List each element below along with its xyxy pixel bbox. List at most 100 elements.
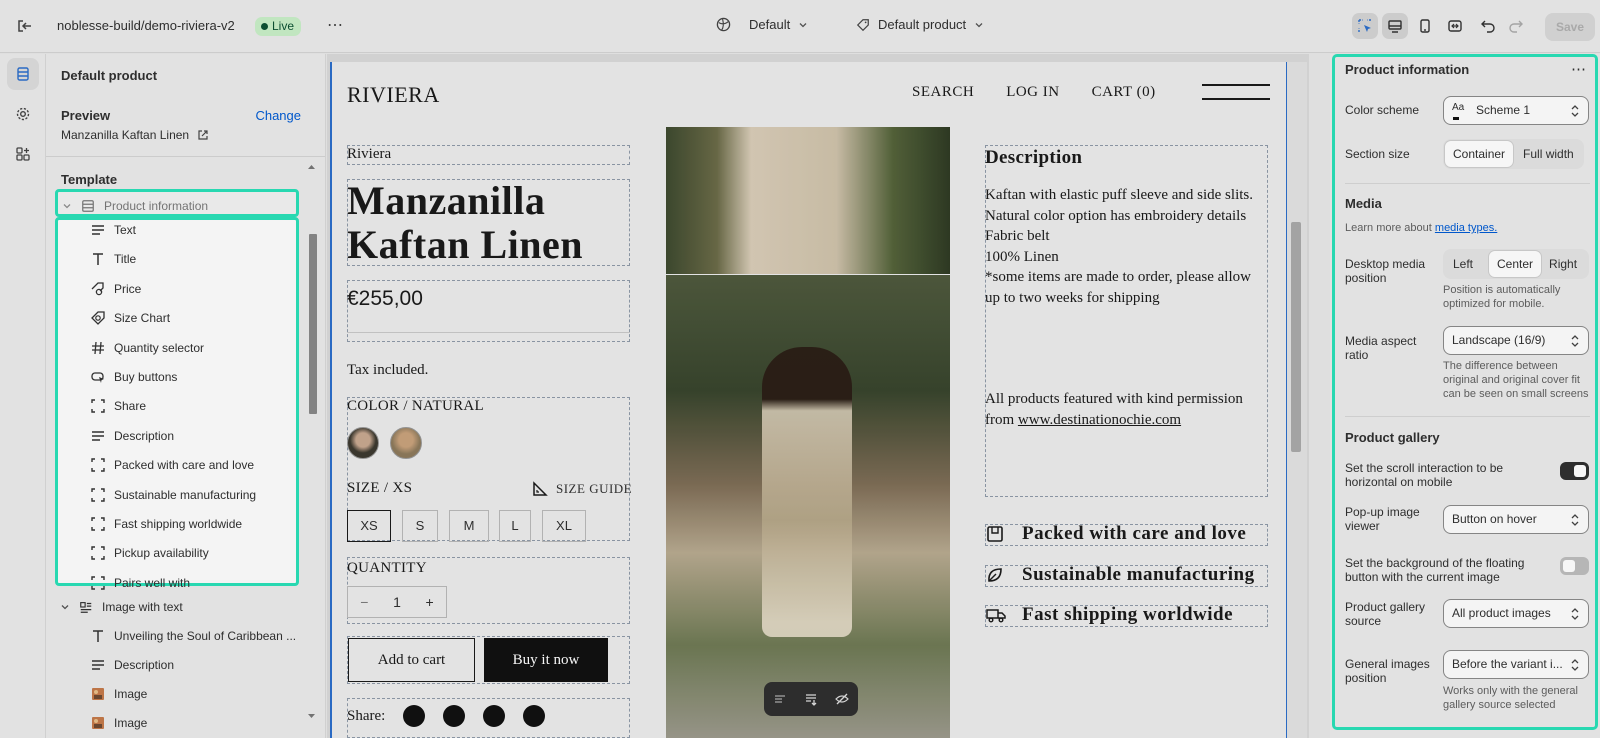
undo-icon[interactable] bbox=[1480, 17, 1496, 36]
fullscreen-view-button[interactable] bbox=[1442, 13, 1468, 39]
media-types-link[interactable]: media types. bbox=[1435, 222, 1497, 234]
block-label: Buy buttons bbox=[114, 370, 178, 384]
media-position-center[interactable]: Center bbox=[1489, 251, 1542, 277]
gallery-source-select[interactable]: All product images bbox=[1443, 599, 1589, 628]
aspect-ratio-select[interactable]: Landscape (16/9) bbox=[1443, 326, 1589, 355]
popup-viewer-select[interactable]: Button on hover bbox=[1443, 505, 1589, 534]
sidebar-scroll-thumb[interactable] bbox=[309, 234, 317, 414]
media-learn-more: Learn more about media types. bbox=[1345, 222, 1497, 234]
size-option-button[interactable]: S bbox=[402, 510, 438, 542]
sections-nav-button[interactable] bbox=[7, 58, 39, 90]
canvas-scroll-thumb[interactable] bbox=[1291, 222, 1301, 452]
inspector-tool-button[interactable] bbox=[1352, 13, 1378, 39]
scroll-up-arrow-icon[interactable] bbox=[307, 164, 316, 170]
block-item[interactable]: Unveiling the Soul of Caribbean ... bbox=[90, 624, 296, 648]
desktop-view-button[interactable] bbox=[1382, 13, 1408, 39]
scroll-interaction-toggle[interactable] bbox=[1560, 462, 1589, 480]
feature-label: Fast shipping worldwide bbox=[1022, 604, 1234, 625]
sections-sidebar: Default product Preview Change Manzanill… bbox=[46, 54, 326, 738]
color-scheme-select[interactable]: Aa Scheme 1 bbox=[1443, 96, 1589, 125]
section-highlight bbox=[55, 189, 299, 217]
size-option-button[interactable]: XL bbox=[542, 510, 586, 542]
block-item[interactable]: Text bbox=[90, 218, 136, 242]
product-image-2[interactable] bbox=[666, 275, 950, 738]
block-item[interactable]: Quantity selector bbox=[90, 336, 204, 360]
general-images-select[interactable]: Before the variant i... bbox=[1443, 650, 1589, 679]
block-item[interactable]: Pickup availability bbox=[90, 541, 209, 565]
theme-select[interactable]: Default bbox=[716, 17, 808, 32]
block-item[interactable]: Share bbox=[90, 394, 146, 418]
select-chevron-icon bbox=[1571, 105, 1579, 117]
block-item[interactable]: Size Chart bbox=[90, 306, 170, 330]
block-item[interactable]: Description bbox=[90, 424, 174, 448]
block-item[interactable]: Image bbox=[90, 682, 147, 706]
section-label: Image with text bbox=[102, 600, 183, 614]
preview-product[interactable]: Manzanilla Kaftan Linen bbox=[61, 128, 209, 142]
color-swatch-1[interactable] bbox=[347, 427, 379, 459]
floating-background-label: Set the background of the floating butto… bbox=[1345, 556, 1525, 584]
quantity-stepper[interactable]: − 1 + bbox=[347, 586, 447, 618]
scroll-down-arrow-icon[interactable] bbox=[307, 713, 316, 719]
chevron-down-icon bbox=[799, 22, 807, 27]
move-down-icon[interactable] bbox=[804, 692, 818, 706]
facebook-icon[interactable] bbox=[443, 705, 465, 727]
size-option-button[interactable]: L bbox=[499, 510, 531, 542]
block-item[interactable]: Image bbox=[90, 711, 147, 735]
nav-search[interactable]: SEARCH bbox=[912, 84, 974, 101]
quantity-plus-button[interactable]: + bbox=[426, 594, 434, 610]
mobile-view-button[interactable] bbox=[1412, 13, 1438, 39]
mobile-icon bbox=[1420, 19, 1430, 33]
exit-icon[interactable] bbox=[16, 17, 34, 35]
chevron-down-icon bbox=[975, 22, 983, 27]
block-item[interactable]: Fast shipping worldwide bbox=[90, 512, 242, 536]
change-preview-link[interactable]: Change bbox=[255, 108, 301, 123]
desktop-icon bbox=[1388, 20, 1402, 33]
save-button[interactable]: Save bbox=[1545, 13, 1595, 41]
hash-icon bbox=[90, 340, 106, 356]
section-size-label: Section size bbox=[1345, 147, 1410, 161]
theme-settings-nav-button[interactable] bbox=[7, 98, 39, 130]
text-lines-icon bbox=[90, 428, 106, 444]
more-actions-button[interactable]: ⋯ bbox=[327, 15, 344, 35]
apps-nav-button[interactable] bbox=[7, 138, 39, 170]
quantity-minus-button[interactable]: − bbox=[360, 594, 368, 610]
permission-link[interactable]: www.destinationochie.com bbox=[1018, 412, 1181, 428]
block-item[interactable]: Packed with care and love bbox=[90, 453, 254, 477]
block-item[interactable]: Title bbox=[90, 247, 136, 271]
twitter-icon[interactable] bbox=[403, 705, 425, 727]
add-to-cart-button[interactable]: Add to cart bbox=[348, 638, 475, 682]
pinterest-icon[interactable] bbox=[483, 705, 505, 727]
template-select[interactable]: Default product bbox=[856, 17, 984, 32]
size-option-button[interactable]: M bbox=[449, 510, 489, 542]
copy-link-icon[interactable] bbox=[523, 705, 545, 727]
section-image-with-text[interactable]: Image with text bbox=[60, 595, 183, 619]
buy-now-button[interactable]: Buy it now bbox=[484, 638, 608, 682]
image-thumb-icon bbox=[90, 686, 106, 702]
settings-more-button[interactable]: ⋯ bbox=[1571, 60, 1587, 78]
block-item[interactable]: Description bbox=[90, 653, 174, 677]
block-item[interactable]: Price bbox=[90, 277, 141, 301]
nav-login[interactable]: LOG IN bbox=[1006, 84, 1059, 101]
section-size-full-width[interactable]: Full width bbox=[1515, 141, 1582, 167]
block-item[interactable]: Buy buttons bbox=[90, 365, 177, 389]
media-position-left[interactable]: Left bbox=[1445, 251, 1487, 277]
menu-hamburger-icon[interactable] bbox=[1202, 82, 1270, 100]
color-swatch-2[interactable] bbox=[390, 427, 422, 459]
aspect-ratio-help: The difference between original and orig… bbox=[1443, 360, 1589, 400]
media-position-right[interactable]: Right bbox=[1543, 251, 1583, 277]
size-option-button[interactable]: XS bbox=[347, 510, 391, 542]
block-item[interactable]: Sustainable manufacturing bbox=[90, 483, 256, 507]
size-guide-link[interactable]: SIZE GUIDE bbox=[532, 481, 632, 497]
hide-eye-icon[interactable] bbox=[835, 692, 850, 706]
product-image-1[interactable] bbox=[666, 127, 950, 274]
section-size-container[interactable]: Container bbox=[1445, 141, 1514, 167]
nav-cart[interactable]: CART (0) bbox=[1092, 84, 1156, 101]
move-up-icon[interactable] bbox=[773, 692, 787, 706]
store-logo[interactable]: RIVIERA bbox=[347, 82, 440, 108]
quantity-value[interactable]: 1 bbox=[393, 594, 401, 610]
leaf-icon bbox=[986, 566, 1004, 587]
general-images-label: General images position bbox=[1345, 657, 1430, 685]
block-item[interactable]: Pairs well with bbox=[90, 571, 190, 595]
floating-background-toggle[interactable] bbox=[1560, 557, 1589, 575]
redo-icon[interactable] bbox=[1508, 17, 1524, 36]
